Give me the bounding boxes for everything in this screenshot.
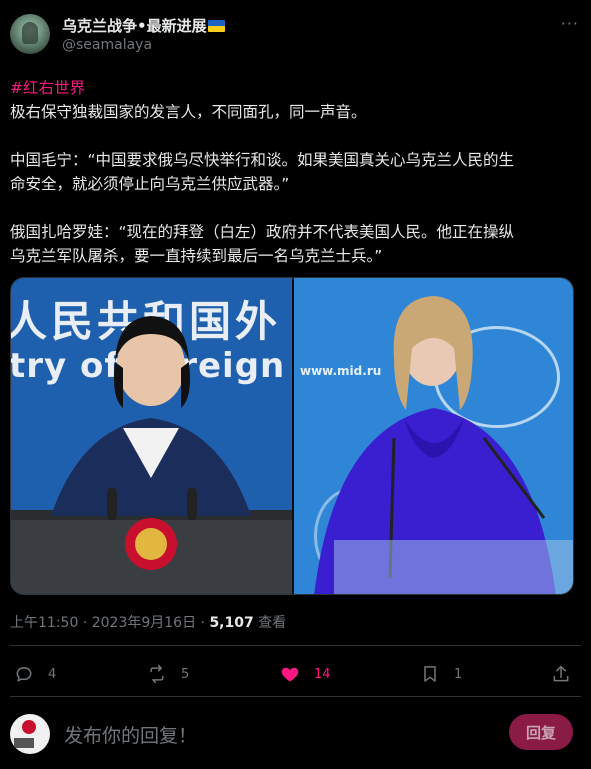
post-line: 乌克兰军队屠杀，要一直持续到最后一名乌克兰士兵。” [10,247,383,265]
like-count: 14 [314,666,331,682]
repost-icon [150,664,164,684]
post-meta: 上午11:50 · 2023年9月16日 · 5,107 查看 [10,612,286,632]
heart-filled-icon [281,667,299,682]
reply-submit-button[interactable]: 回复 [509,714,573,750]
bookmark-button[interactable]: 1 [420,660,462,688]
more-options-icon[interactable]: ··· [561,14,579,33]
post-date[interactable]: 2023年9月16日 [92,615,196,631]
reply-icon [16,667,32,682]
hashtag-link[interactable]: #红右世界 [10,79,85,97]
user-avatar[interactable] [10,714,50,754]
author-display-name[interactable]: 乌克兰战争•最新进展 [62,15,225,36]
post-time[interactable]: 上午11:50 [10,615,78,631]
photo-right[interactable]: www.mid.ru [294,278,573,594]
reply-button[interactable]: 4 [14,660,56,688]
ukraine-flag-icon [207,20,225,32]
share-icon [553,665,569,682]
reply-input[interactable]: 发布你的回复！ [64,721,197,748]
author-avatar[interactable] [10,14,50,54]
spokesperson-illustration [314,296,573,594]
post-media[interactable]: 人民共和国外 try of Foreign A 会 目 www.mid.ru [10,277,574,595]
divider [10,645,581,646]
meta-separator: · [82,615,88,631]
reply-count: 4 [48,666,57,682]
like-button[interactable]: 14 [280,660,331,688]
bookmark-count: 1 [454,666,463,682]
post-body: #红右世界 极右保守独裁国家的发言人，不同面孔，同一声音。 中国毛宁：“中国要求… [10,76,579,268]
meta-separator: · [200,615,205,631]
spokesperson-illustration [11,316,292,594]
photo-left[interactable]: 人民共和国外 try of Foreign A 会 目 [11,278,292,594]
views-count: 5,107 [209,615,254,631]
action-bar: 4 5 14 1 [14,660,577,688]
bookmark-icon [424,666,436,682]
post-line: 命安全，就必须停止向乌克兰供应武器。” [10,175,290,193]
divider [10,696,581,697]
post-header: 乌克兰战争•最新进展 @seamalaya ··· [10,14,581,58]
repost-count: 5 [181,666,190,682]
share-button[interactable] [551,660,585,688]
author-handle[interactable]: @seamalaya [62,37,152,53]
post-line: 俄国扎哈罗娃：“现在的拜登（白左）政府并不代表美国人民。他正在操纵 [10,223,515,241]
post-line: 极右保守独裁国家的发言人，不同面孔，同一声音。 [10,103,367,121]
views-label: 查看 [258,615,287,631]
repost-button[interactable]: 5 [147,660,189,688]
post-line: 中国毛宁：“中国要求俄乌尽快举行和谈。如果美国真关心乌克兰人民的生 [10,151,515,169]
